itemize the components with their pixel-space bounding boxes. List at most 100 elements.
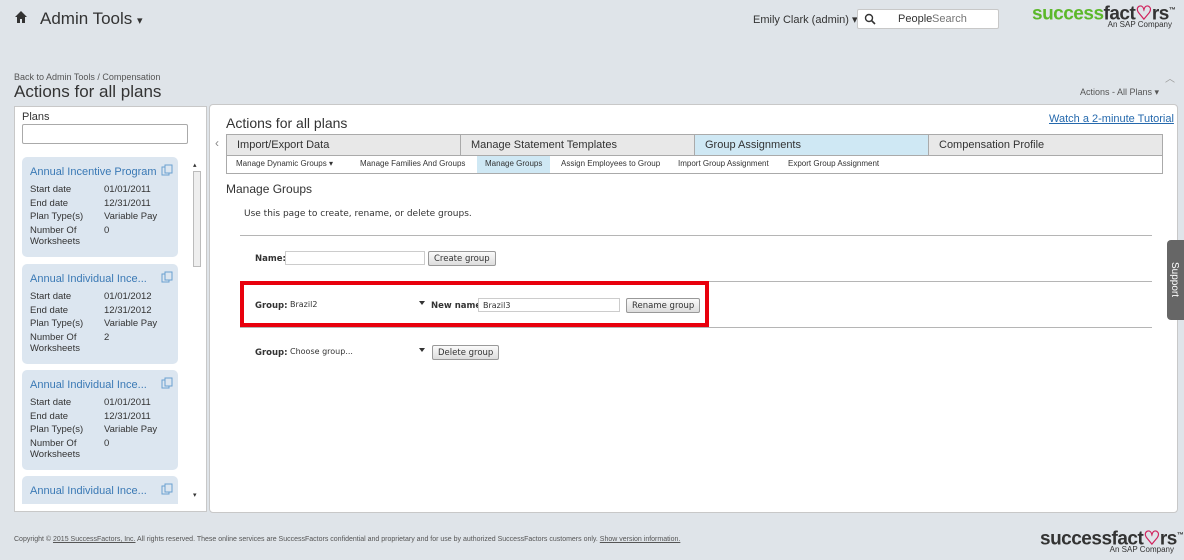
chevron-down-icon: ▾ bbox=[1154, 87, 1160, 97]
delete-group-select[interactable]: Choose group... bbox=[287, 345, 427, 359]
plans-panel: Plans Annual Incentive Program Start dat… bbox=[14, 106, 207, 512]
divider bbox=[240, 327, 1152, 328]
chevron-up-icon[interactable]: ︿ bbox=[1165, 70, 1175, 85]
chevron-left-icon[interactable]: ‹ bbox=[215, 136, 219, 150]
user-menu[interactable]: Emily Clark (admin) ▾ bbox=[753, 13, 858, 26]
copyright-text: All rights reserved. These online servic… bbox=[135, 536, 600, 543]
logo-text-success: success bbox=[1032, 3, 1104, 25]
plan-worksheets-value: 2 bbox=[104, 332, 110, 343]
plan-start-value: 01/01/2011 bbox=[104, 184, 151, 195]
copyright-prefix: Copyright © bbox=[14, 536, 54, 543]
chevron-down-icon: ▾ bbox=[137, 15, 143, 27]
dropdown-arrow-icon bbox=[419, 348, 425, 352]
actions-menu-label: Actions - All Plans bbox=[1080, 87, 1153, 97]
plans-label: Plans bbox=[22, 111, 50, 123]
subtab-manage-families-and-groups[interactable]: Manage Families And Groups bbox=[360, 156, 465, 173]
top-header: Admin Tools ▾ Emily Clark (admin) ▾ Peop… bbox=[0, 0, 1184, 58]
delete-group-button[interactable]: Delete group bbox=[432, 345, 500, 360]
tab-compensation-profile[interactable]: Compensation Profile bbox=[929, 135, 1162, 155]
plan-type-label: Plan Type(s) bbox=[30, 211, 84, 222]
subtab-import-group-assignment[interactable]: Import Group Assignment bbox=[678, 156, 769, 173]
scrollbar-thumb[interactable] bbox=[193, 171, 201, 267]
copy-icon[interactable] bbox=[161, 483, 173, 495]
section-description: Use this page to create, rename, or dele… bbox=[244, 209, 472, 219]
tab-group-assignments[interactable]: Group Assignments bbox=[695, 135, 929, 155]
actions-menu[interactable]: Actions - All Plans ▾ bbox=[1080, 87, 1159, 98]
plan-end-value: 12/31/2012 bbox=[104, 305, 152, 316]
plan-worksheets-label-2: Worksheets bbox=[30, 236, 80, 247]
plan-end-value: 12/31/2011 bbox=[104, 198, 151, 209]
search-box[interactable]: People bbox=[857, 9, 999, 29]
tutorial-link[interactable]: Watch a 2-minute Tutorial bbox=[1049, 113, 1174, 125]
copy-icon[interactable] bbox=[161, 164, 173, 176]
plan-end-label: End date bbox=[30, 411, 69, 422]
group-name-input[interactable] bbox=[285, 251, 425, 265]
plan-card[interactable]: Annual Individual Ince... bbox=[22, 476, 178, 504]
breadcrumb-current: Compensation bbox=[102, 72, 161, 82]
plan-card[interactable]: Annual Individual Ince... Start date 01/… bbox=[22, 264, 178, 364]
page-title: Actions for all plans bbox=[14, 82, 162, 101]
plan-type-value: Variable Pay bbox=[104, 318, 158, 329]
home-icon[interactable] bbox=[14, 10, 28, 24]
copyright-link[interactable]: 2015 SuccessFactors, Inc. bbox=[53, 536, 135, 543]
plan-worksheets-label-2: Worksheets bbox=[30, 343, 80, 354]
plans-search-input[interactable] bbox=[22, 124, 188, 144]
support-tab-label[interactable]: Support bbox=[1169, 262, 1180, 297]
breadcrumb-link-admin-tools[interactable]: Back to Admin Tools bbox=[14, 72, 95, 82]
plan-card-title[interactable]: Annual Incentive Program bbox=[30, 166, 157, 178]
copy-icon[interactable] bbox=[161, 377, 173, 389]
footer: Copyright © 2015 SuccessFactors, Inc. Al… bbox=[14, 536, 680, 543]
search-scope[interactable]: People bbox=[898, 13, 932, 25]
plans-scrollbar[interactable]: ▴ ▾ bbox=[190, 161, 201, 501]
subtab-manage-dynamic-groups[interactable]: Manage Dynamic Groups ▾ bbox=[236, 156, 333, 173]
plan-card-title[interactable]: Annual Individual Ince... bbox=[30, 485, 147, 497]
tab-import-export-data[interactable]: Import/Export Data bbox=[227, 135, 461, 155]
plan-type-value: Variable Pay bbox=[104, 211, 158, 222]
plan-worksheets-value: 0 bbox=[104, 225, 110, 236]
main-title: Actions for all plans bbox=[226, 115, 348, 131]
subtab-bar: Manage Dynamic Groups ▾ Manage Families … bbox=[226, 156, 1163, 174]
plan-start-label: Start date bbox=[30, 291, 72, 302]
search-input[interactable] bbox=[932, 11, 994, 27]
user-name: Emily Clark (admin) bbox=[753, 14, 849, 26]
plan-start-value: 01/01/2011 bbox=[104, 397, 151, 408]
app-title-menu[interactable]: Admin Tools ▾ bbox=[40, 9, 143, 29]
highlight-annotation-box bbox=[240, 281, 709, 327]
plan-end-label: End date bbox=[30, 305, 69, 316]
subtab-assign-employees-to-group[interactable]: Assign Employees to Group bbox=[561, 156, 660, 173]
name-label: Name: bbox=[255, 254, 286, 264]
plan-card-title[interactable]: Annual Individual Ince... bbox=[30, 273, 147, 285]
plan-worksheets-label-2: Worksheets bbox=[30, 449, 80, 460]
plan-card[interactable]: Annual Individual Ince... Start date 01/… bbox=[22, 370, 178, 470]
plan-card[interactable]: Annual Incentive Program Start date 01/0… bbox=[22, 157, 178, 257]
subtab-manage-groups[interactable]: Manage Groups bbox=[477, 156, 551, 173]
create-group-button[interactable]: Create group bbox=[428, 251, 496, 266]
plan-type-label: Plan Type(s) bbox=[30, 318, 84, 329]
delete-group-label: Group: bbox=[255, 348, 288, 358]
scroll-down-icon[interactable]: ▾ bbox=[193, 491, 197, 499]
logo-tm: ™ bbox=[1168, 7, 1176, 14]
plan-start-value: 01/01/2012 bbox=[104, 291, 152, 302]
show-version-link[interactable]: Show version information. bbox=[600, 536, 681, 543]
subtab-export-group-assignment[interactable]: Export Group Assignment bbox=[788, 156, 879, 173]
plan-card-title[interactable]: Annual Individual Ince... bbox=[30, 379, 147, 391]
logo-tm: ™ bbox=[1176, 532, 1184, 539]
plan-start-label: Start date bbox=[30, 397, 72, 408]
plan-type-label: Plan Type(s) bbox=[30, 424, 84, 435]
scroll-up-icon[interactable]: ▴ bbox=[193, 161, 197, 169]
subtab-label: Manage Dynamic Groups bbox=[236, 159, 327, 168]
successfactors-logo: successfact♡rs™ An SAP Company bbox=[1032, 1, 1176, 30]
plan-worksheets-label-1: Number Of bbox=[30, 438, 77, 449]
tab-bar: Import/Export Data Manage Statement Temp… bbox=[226, 134, 1163, 156]
successfactors-logo-footer: successfact♡rs™ An SAP Company bbox=[1040, 527, 1184, 554]
plan-start-label: Start date bbox=[30, 184, 72, 195]
section-title: Manage Groups bbox=[226, 182, 313, 196]
plan-worksheets-value: 0 bbox=[104, 438, 110, 449]
plan-worksheets-label-1: Number Of bbox=[30, 225, 77, 236]
tab-manage-statement-templates[interactable]: Manage Statement Templates bbox=[461, 135, 695, 155]
delete-group-select-value: Choose group... bbox=[290, 347, 353, 356]
plan-end-value: 12/31/2011 bbox=[104, 411, 151, 422]
search-icon[interactable] bbox=[864, 13, 876, 25]
app-title-label: Admin Tools bbox=[40, 9, 133, 28]
copy-icon[interactable] bbox=[161, 271, 173, 283]
